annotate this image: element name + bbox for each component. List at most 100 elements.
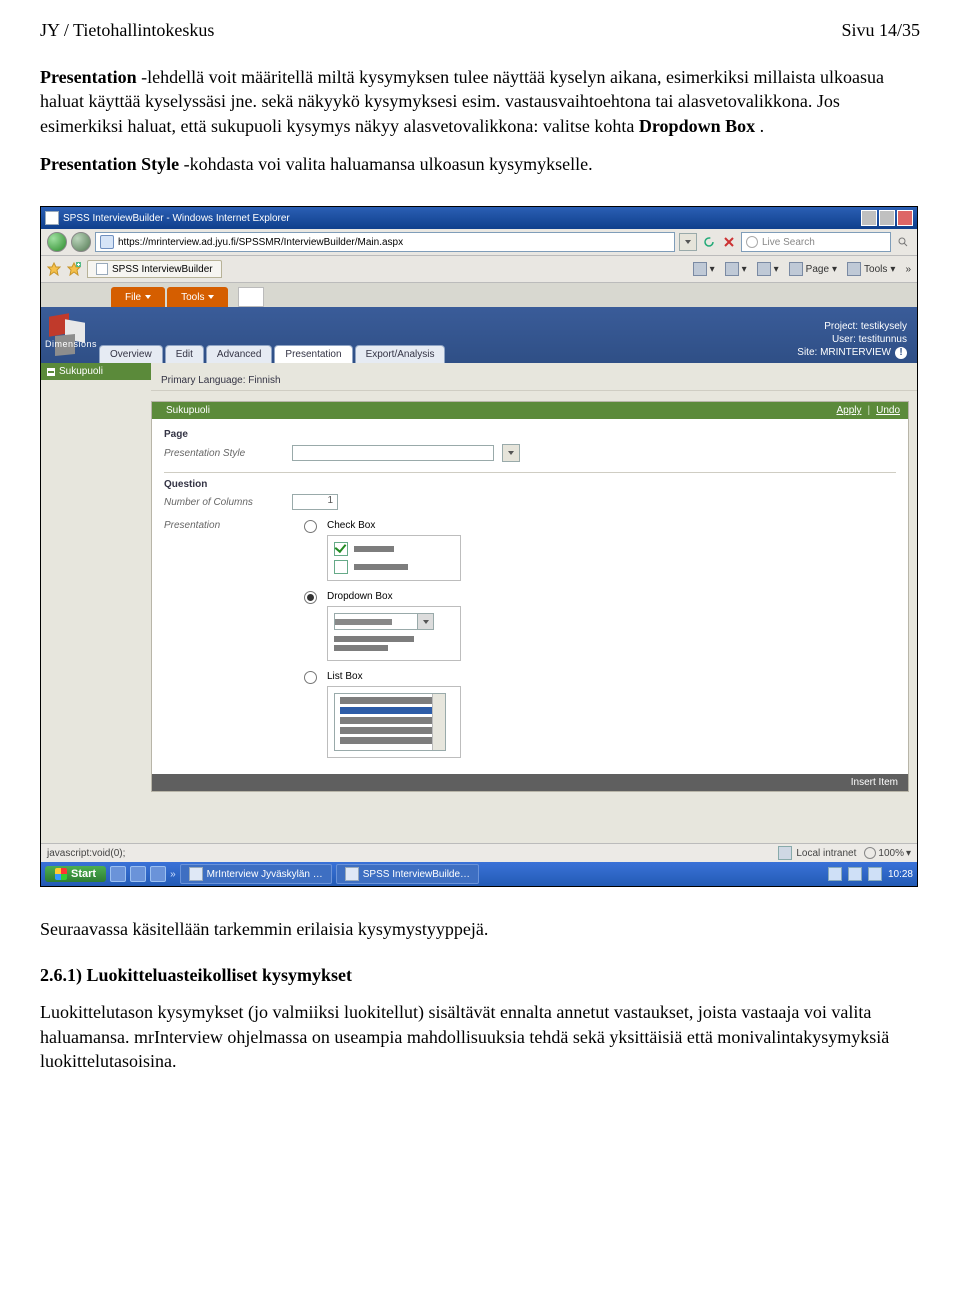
intranet-icon: [778, 846, 792, 860]
info-icon[interactable]: !: [895, 347, 907, 359]
search-placeholder: Live Search: [762, 237, 815, 248]
page-icon: [789, 262, 803, 276]
thumb-checkbox: [327, 535, 461, 581]
question-panel: Sukupuoli Apply | Undo Page Presentation…: [151, 401, 909, 792]
favicon-icon: [45, 211, 59, 225]
rss-icon: [725, 262, 739, 276]
thumb-listbox: [327, 686, 461, 758]
tools-menu-app[interactable]: Tools: [167, 287, 228, 307]
add-favorites-icon[interactable]: [67, 262, 81, 276]
sidebar-item-sukupuoli[interactable]: Sukupuoli: [41, 363, 151, 380]
tray-icon[interactable]: [828, 867, 842, 881]
gear-icon: [847, 262, 861, 276]
favorites-star-icon[interactable]: [47, 262, 61, 276]
address-bar[interactable]: https://mrinterview.ad.jyu.fi/SPSSMR/Int…: [95, 232, 675, 252]
zoom-icon: [864, 847, 876, 859]
tab-presentation[interactable]: Presentation: [274, 345, 352, 363]
taskbar: Start » MrInterview Jyväskylän … SPSS In…: [41, 862, 917, 886]
quicklaunch-item[interactable]: [130, 866, 146, 882]
radio-listbox[interactable]: [304, 671, 317, 684]
quicklaunch-item[interactable]: [150, 866, 166, 882]
home-icon: [693, 262, 707, 276]
presentation-style-dropdown[interactable]: [502, 444, 520, 462]
print-button[interactable]: ▾: [757, 262, 779, 276]
refresh-button[interactable]: [701, 234, 717, 250]
tray-icon[interactable]: [868, 867, 882, 881]
taskbar-item[interactable]: MrInterview Jyväskylän …: [180, 864, 332, 884]
search-go-button[interactable]: [895, 234, 911, 250]
app-tabs: Overview Edit Advanced Presentation Expo…: [99, 345, 445, 363]
paragraph-3: Seuraavassa käsitellään tarkemmin erilai…: [40, 917, 920, 941]
radio-dropdown[interactable]: [304, 591, 317, 604]
checkbox-icon: [334, 542, 348, 556]
tab-advanced[interactable]: Advanced: [206, 345, 272, 363]
presentation-style-input[interactable]: [292, 445, 494, 461]
home-button[interactable]: ▾: [693, 262, 715, 276]
page-menu[interactable]: Page ▾: [789, 262, 837, 276]
task-item-label: SPSS InterviewBuilde…: [363, 869, 470, 880]
undo-button[interactable]: Undo: [876, 405, 900, 416]
url-dropdown-button[interactable]: [679, 233, 697, 251]
app-icon: [345, 867, 359, 881]
thumb-dropdown: [327, 606, 461, 661]
option-label-checkbox: Check Box: [327, 520, 461, 531]
paragraph-2: Presentation Style -kohdasta voi valita …: [40, 152, 920, 176]
maximize-button[interactable]: [879, 210, 895, 226]
system-tray: 10:28: [828, 867, 913, 881]
zoom-value: 100%: [878, 848, 904, 859]
chevron-button[interactable]: »: [905, 262, 911, 276]
section-question: Question: [164, 479, 896, 490]
chevron-down-icon: [508, 451, 514, 455]
security-zone: Local intranet: [778, 846, 856, 860]
tab-overview[interactable]: Overview: [99, 345, 163, 363]
checkbox-icon: [334, 560, 348, 574]
quicklaunch-chevron[interactable]: »: [170, 869, 176, 880]
app-icon: [189, 867, 203, 881]
feeds-button[interactable]: ▾: [725, 262, 747, 276]
quicklaunch-item[interactable]: [110, 866, 126, 882]
option-label-listbox: List Box: [327, 671, 461, 682]
blank-button[interactable]: [238, 287, 264, 307]
sidebar: Sukupuoli: [41, 363, 151, 843]
window-title: SPSS InterviewBuilder - Windows Internet…: [63, 213, 290, 224]
label-num-columns: Number of Columns: [164, 497, 284, 508]
paragraph-1: Presentation -lehdellä voit määritellä m…: [40, 65, 920, 138]
radio-checkbox[interactable]: [304, 520, 317, 533]
apply-button[interactable]: Apply: [836, 405, 861, 416]
minimize-button[interactable]: [861, 210, 877, 226]
header-right: Sivu 14/35: [841, 20, 920, 41]
primary-language: Primary Language: Finnish: [151, 371, 917, 391]
taskbar-item[interactable]: SPSS InterviewBuilde…: [336, 864, 479, 884]
start-button[interactable]: Start: [45, 866, 106, 882]
file-menu[interactable]: File: [111, 287, 165, 307]
clock: 10:28: [888, 869, 913, 880]
label-presentation-style: Presentation Style: [164, 448, 284, 459]
header-left: JY / Tietohallintokeskus: [40, 20, 214, 41]
app-header: Dimensions Overview Edit Advanced Presen…: [41, 307, 917, 363]
num-columns-input[interactable]: 1: [292, 494, 338, 510]
close-button[interactable]: [897, 210, 913, 226]
back-button[interactable]: [47, 232, 67, 252]
sidebar-item-label: Sukupuoli: [59, 366, 103, 377]
site-label: Site: MRINTERVIEW: [797, 347, 891, 358]
zoom-control[interactable]: 100% ▾: [864, 847, 911, 859]
tab-title: SPSS InterviewBuilder: [112, 264, 213, 275]
question-title: Sukupuoli: [166, 405, 830, 416]
tab-edit[interactable]: Edit: [165, 345, 204, 363]
app-menubar: File Tools: [41, 283, 917, 307]
label-presentation: Presentation: [164, 520, 284, 531]
tray-icon[interactable]: [848, 867, 862, 881]
browser-tab[interactable]: SPSS InterviewBuilder: [87, 260, 222, 278]
search-input[interactable]: Live Search: [741, 232, 891, 252]
tab-export-analysis[interactable]: Export/Analysis: [355, 345, 446, 363]
collapse-icon: [47, 368, 55, 376]
forward-button[interactable]: [71, 232, 91, 252]
status-text: javascript:void(0);: [47, 848, 125, 859]
stop-button[interactable]: [721, 234, 737, 250]
search-icon: [746, 236, 758, 248]
project-info: Project: testikysely User: testitunnus S…: [797, 316, 907, 363]
tools-menu[interactable]: Tools ▾: [847, 262, 895, 276]
insert-item-button[interactable]: Insert Item: [152, 774, 908, 791]
tab-favicon-icon: [96, 263, 108, 275]
project-label: Project: testikysely: [797, 320, 907, 333]
